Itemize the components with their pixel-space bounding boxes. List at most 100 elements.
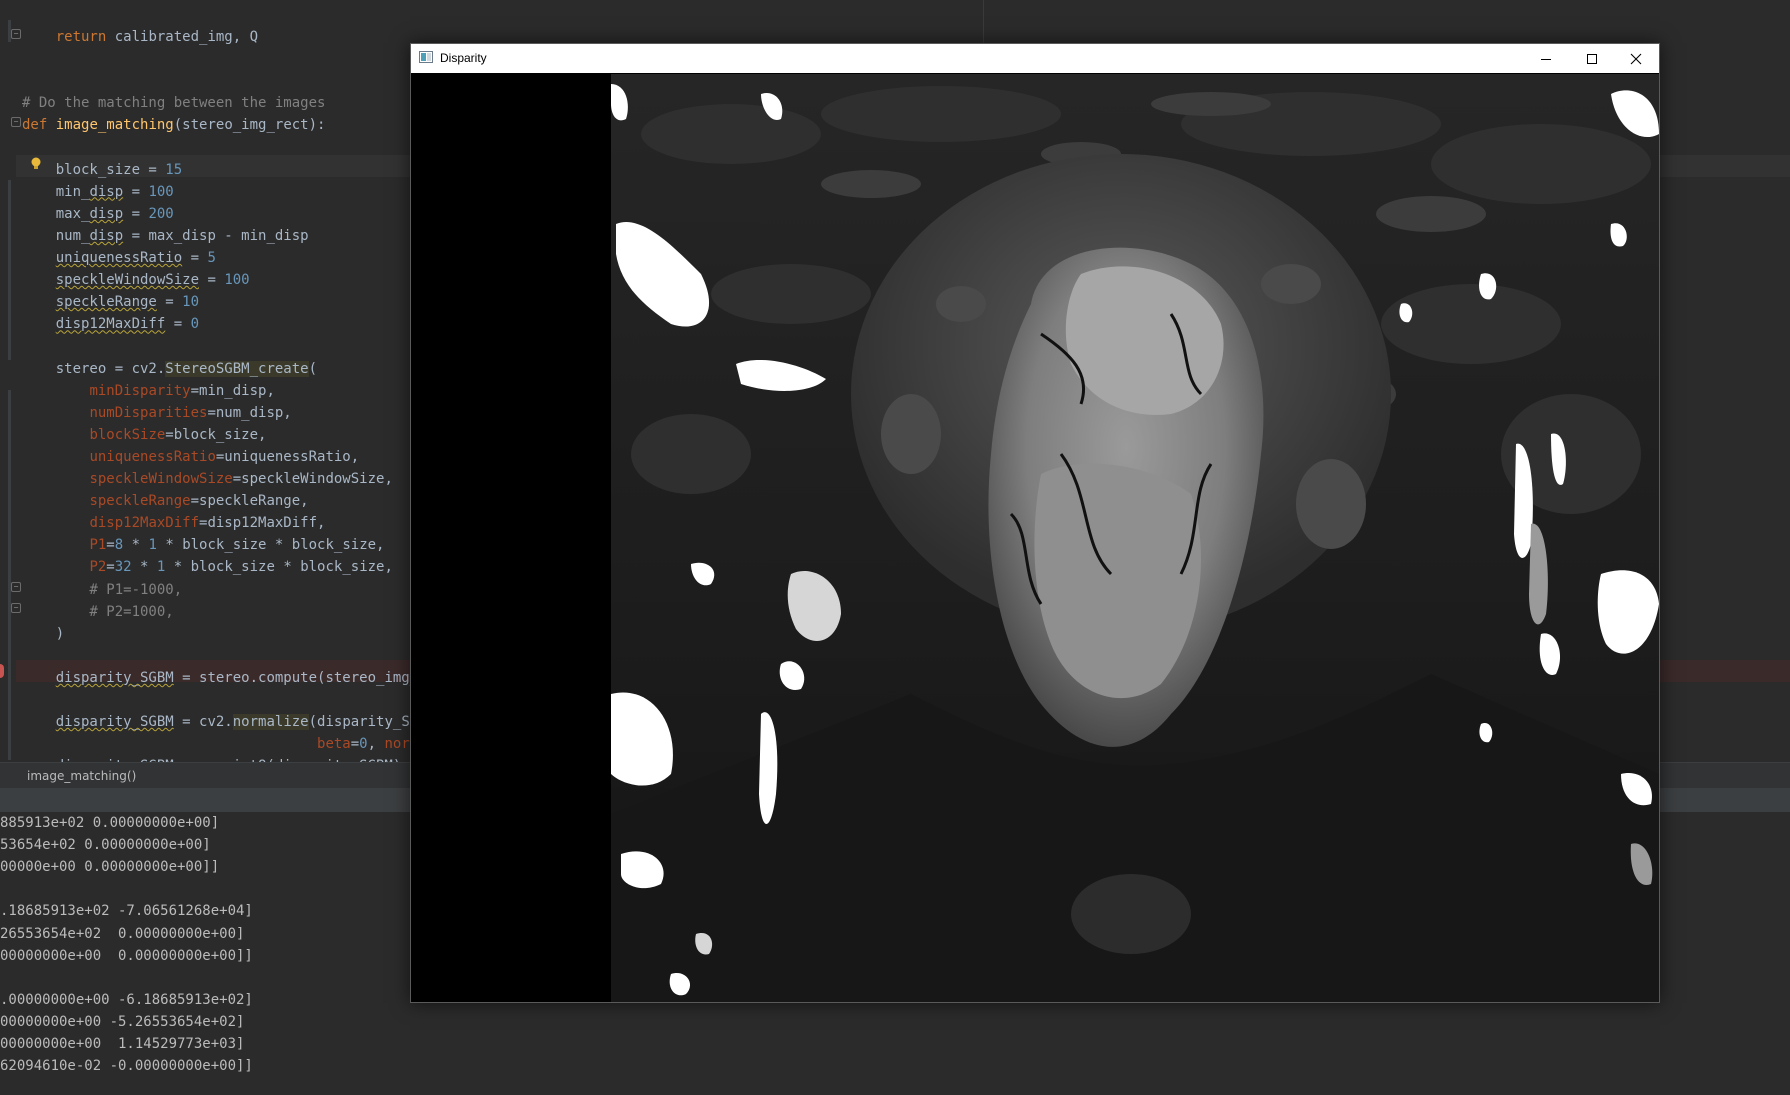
code-token: =uniquenessRatio,	[215, 448, 360, 465]
console-line: 00000e+00 0.00000000e+00]]	[0, 859, 220, 876]
code-token: 100	[224, 272, 250, 289]
code-line[interactable]: P2=32 * 1 * block_size * block_size,	[22, 556, 393, 578]
console-line: 00000000e+00 -5.26553654e+02]	[0, 1013, 245, 1030]
code-token: 0	[359, 736, 368, 753]
code-line[interactable]: minDisparity=min_disp,	[22, 380, 275, 402]
breadcrumb[interactable]: image_matching()	[27, 763, 136, 789]
code-token: =speckleRange,	[190, 493, 309, 510]
console-line: 00000000e+00 0.00000000e+00]]	[0, 947, 253, 964]
code-token: beta	[317, 736, 351, 753]
disparity-window[interactable]: Disparity	[410, 43, 1660, 1003]
code-token: =	[165, 316, 191, 333]
code-line[interactable]: max_disp = 200	[22, 203, 174, 225]
code-line[interactable]: beta=0, norm_t	[22, 733, 435, 755]
code-token: =	[156, 294, 183, 311]
code-token: =	[106, 537, 115, 554]
code-line[interactable]: stereo = cv2.StereoSGBM_create(	[22, 358, 317, 380]
code-token: block_size =	[22, 161, 166, 178]
fold-toggle-icon[interactable]: −	[11, 582, 21, 592]
minimize-button[interactable]	[1523, 44, 1569, 73]
code-token: 15	[165, 161, 183, 178]
code-token: min_	[22, 183, 90, 200]
code-line[interactable]: disparity_SGBM = cv2.normalize(disparity…	[22, 711, 435, 733]
app-icon	[419, 51, 433, 63]
close-icon	[1630, 53, 1642, 64]
code-line[interactable]: block_size = 15	[22, 159, 182, 181]
code-token: =speckleWindowSize,	[232, 471, 393, 487]
change-marker	[8, 180, 11, 360]
code-token: max_	[22, 205, 90, 222]
close-button[interactable]	[1613, 44, 1659, 73]
disparity-view[interactable]	[411, 74, 1659, 1002]
code-token: 8	[114, 537, 124, 554]
code-token: disp	[89, 227, 124, 244]
code-line[interactable]: min_disp = 100	[22, 181, 174, 203]
fold-toggle-icon[interactable]: −	[11, 117, 21, 127]
code-token: return	[55, 29, 107, 45]
code-token: disp	[89, 183, 124, 200]
code-line[interactable]: blockSize=block_size,	[22, 424, 266, 446]
code-line[interactable]: speckleRange=speckleRange,	[22, 490, 309, 512]
code-token: 1	[148, 537, 157, 554]
code-token: =block_size,	[165, 426, 267, 443]
code-token: 5	[207, 250, 216, 266]
code-line[interactable]: def image_matching(stereo_img_rect):	[22, 114, 325, 136]
code-token: # P1=-1000,	[22, 581, 183, 598]
code-token: * block_size * block_size,	[165, 559, 393, 576]
code-line[interactable]: speckleWindowSize = 100	[22, 269, 250, 291]
code-token: =disp12MaxDiff,	[199, 515, 326, 532]
code-line[interactable]: )	[22, 623, 64, 645]
code-token: P1	[89, 537, 107, 554]
maximize-button[interactable]	[1569, 44, 1615, 73]
code-token: disp12MaxDiff	[89, 515, 200, 532]
code-token: (stereo_img_rect):	[173, 117, 326, 134]
code-line[interactable]: return calibrated_img, Q	[22, 26, 258, 48]
breakpoint-icon[interactable]	[0, 664, 4, 678]
code-line[interactable]: P1=8 * 1 * block_size * block_size,	[22, 534, 384, 556]
code-line[interactable]: speckleRange = 10	[22, 291, 199, 313]
code-token: )	[22, 625, 65, 642]
code-token: num_	[22, 227, 90, 244]
console-line: 885913e+02 0.00000000e+00]	[0, 815, 220, 831]
code-token: stereo = cv2.	[22, 360, 166, 377]
code-line[interactable]: numDisparities=num_disp,	[22, 402, 291, 424]
code-token: =	[199, 272, 225, 289]
code-line[interactable]: # P1=-1000,	[22, 579, 182, 601]
code-token: blockSize	[89, 426, 166, 443]
code-token: disp12MaxDiff	[55, 316, 166, 333]
code-token: 200	[148, 205, 174, 222]
fold-toggle-icon[interactable]: −	[11, 603, 21, 613]
code-line[interactable]: disparity_SGBM = stereo.compute(stereo_i…	[22, 667, 435, 689]
code-line[interactable]: speckleWindowSize=speckleWindowSize,	[22, 468, 393, 490]
code-line[interactable]: disp12MaxDiff=disp12MaxDiff,	[22, 512, 325, 534]
code-token: def	[22, 117, 48, 134]
code-token: ,	[367, 736, 385, 753]
console-line: 26553654e+02 0.00000000e+00]	[0, 925, 245, 942]
code-token: =	[350, 736, 360, 753]
code-token: = cv2.	[173, 714, 233, 731]
window-titlebar[interactable]: Disparity	[411, 44, 1659, 73]
code-token: speckleRange	[89, 493, 191, 510]
code-token: =min_disp,	[190, 382, 275, 399]
code-token: speckleWindowSize	[89, 471, 233, 487]
code-line[interactable]: num_disp = max_disp - min_disp	[22, 225, 309, 247]
code-line[interactable]: uniquenessRatio=uniquenessRatio,	[22, 446, 359, 468]
disparity-map-image	[611, 74, 1659, 1002]
code-token: =	[123, 205, 149, 222]
code-line[interactable]: # P2=1000,	[22, 601, 173, 623]
code-line[interactable]: disp12MaxDiff = 0	[22, 313, 199, 335]
code-token: disparity_SGBM	[55, 669, 174, 686]
code-line[interactable]: # Do the matching between the images	[22, 92, 325, 114]
console-line: 53654e+02 0.00000000e+00]	[0, 837, 211, 854]
fold-toggle-icon[interactable]: −	[11, 29, 21, 39]
code-line[interactable]: uniquenessRatio = 5	[22, 247, 216, 269]
